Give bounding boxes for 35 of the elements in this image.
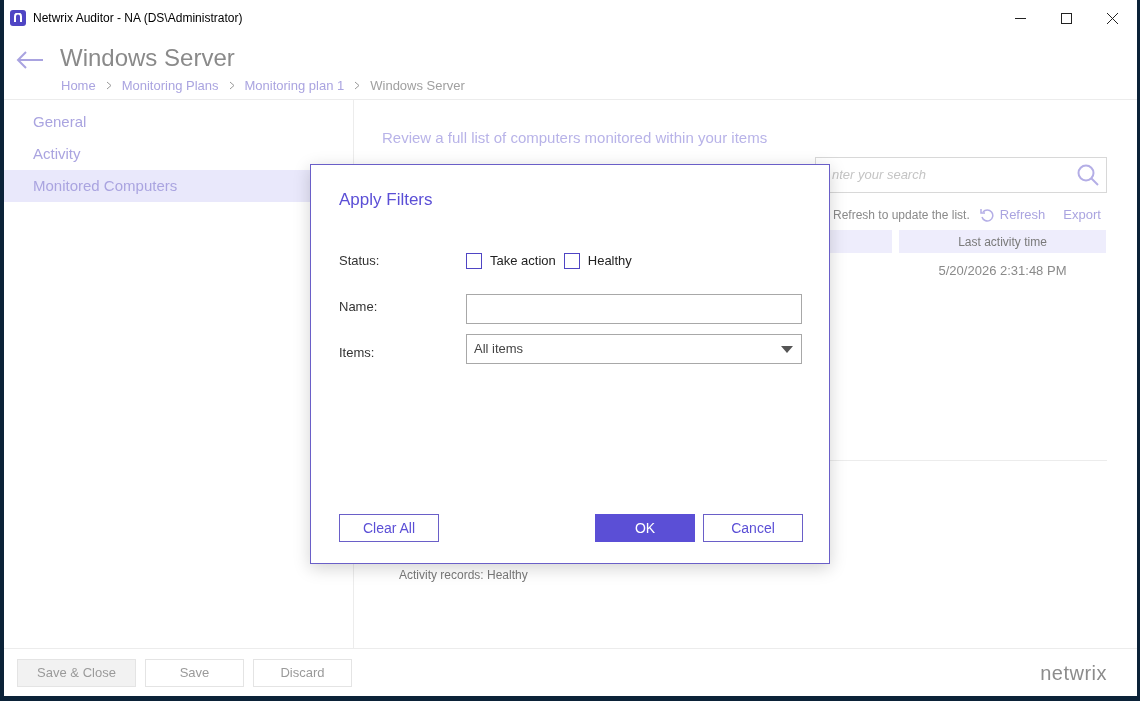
sidebar-item[interactable]: General [4, 106, 353, 138]
checkbox[interactable] [563, 252, 580, 269]
field-label: Name: [339, 298, 378, 316]
column-header[interactable]: Last activity time [899, 230, 1106, 253]
breadcrumb-link[interactable]: Monitoring Plans [121, 76, 219, 96]
caret-icon[interactable] [781, 345, 793, 353]
app-logo-icon [10, 10, 26, 26]
page-title: Windows Server [60, 43, 236, 73]
field-label: Status: [339, 252, 380, 270]
breadcrumb-link[interactable]: Monitoring plan 1 [244, 76, 345, 96]
close-icon[interactable] [1106, 12, 1118, 24]
dialog-button[interactable]: Cancel [703, 514, 803, 542]
dialog-button[interactable]: OK [595, 514, 695, 542]
hint-text: Refresh to update the list. [833, 206, 970, 224]
items-dropdown[interactable]: All items [466, 334, 802, 364]
sidebar-item[interactable]: Activity [4, 138, 353, 170]
checkbox[interactable] [466, 252, 482, 269]
chevron-icon [354, 81, 361, 91]
field-label: Items: [339, 344, 375, 362]
status-text: Activity records: Healthy [399, 567, 528, 584]
chevron-icon [105, 81, 112, 91]
action-link[interactable]: Refresh [999, 205, 1046, 225]
window-title: Netwrix Auditor - NA (DS\Administrator) [33, 10, 243, 27]
table-cell-text: 5/20/2026 2:31:48 PM [937, 262, 1068, 281]
maximize-icon[interactable] [1060, 12, 1072, 24]
checkbox-label[interactable]: Take action [490, 251, 556, 271]
search-field[interactable]: nter your search [815, 157, 1107, 193]
breadcrumb-link[interactable]: Home [61, 76, 96, 96]
name-field[interactable] [466, 294, 802, 324]
description-text: Review a full list of computers monitored within your items [382, 128, 768, 148]
action-link[interactable]: Export [1063, 205, 1101, 225]
dialog-button[interactable]: Clear All [339, 514, 439, 542]
chevron-icon [228, 81, 235, 91]
checkbox-label[interactable]: Healthy [587, 251, 632, 271]
brand-logo: netwrix [1040, 660, 1107, 686]
